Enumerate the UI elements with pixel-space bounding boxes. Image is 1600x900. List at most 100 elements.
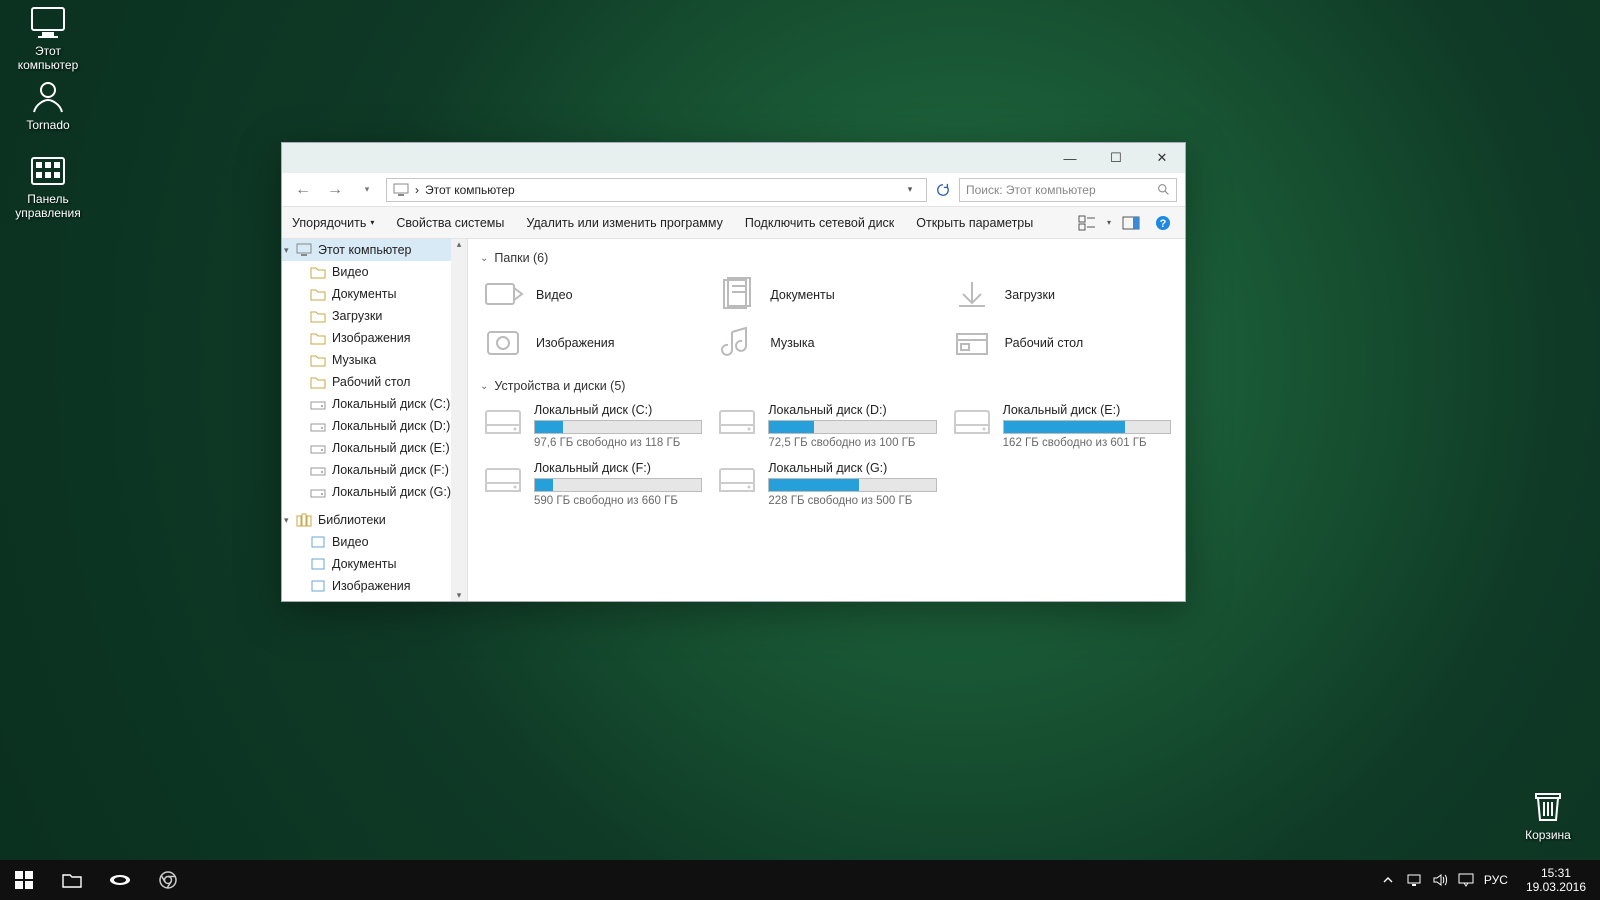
taskbar-explorer-button[interactable] bbox=[48, 860, 96, 900]
folder-item[interactable]: Документы bbox=[714, 273, 938, 317]
sidebar-item-label: Рабочий стол bbox=[332, 375, 410, 389]
maximize-button[interactable]: ☐ bbox=[1093, 143, 1139, 173]
scroll-down-icon[interactable]: ▾ bbox=[457, 590, 462, 601]
sidebar-item-libraries[interactable]: ▾ Библиотеки bbox=[282, 509, 467, 531]
taskbar-chrome-button[interactable] bbox=[144, 860, 192, 900]
sidebar-item-this-pc[interactable]: ▾ Этот компьютер bbox=[282, 239, 467, 261]
address-sep: › bbox=[415, 183, 419, 197]
folder-item[interactable]: Музыка bbox=[714, 321, 938, 365]
folder-item[interactable]: Изображения bbox=[480, 321, 704, 365]
back-button[interactable]: ← bbox=[290, 177, 316, 203]
address-bar[interactable]: › Этот компьютер ▾ bbox=[386, 178, 927, 202]
start-button[interactable] bbox=[0, 860, 48, 900]
sidebar-item-label: Библиотеки bbox=[318, 513, 386, 527]
drive-icon bbox=[310, 419, 326, 433]
network-icon[interactable] bbox=[1406, 872, 1422, 888]
group-header-folders[interactable]: ⌄ Папки (6) bbox=[480, 251, 1173, 265]
desktop-icon-label: Tornado bbox=[8, 118, 88, 132]
scrollbar[interactable]: ▴▾ bbox=[451, 239, 467, 601]
view-dropdown-icon[interactable]: ▾ bbox=[1107, 218, 1111, 227]
folder-label: Изображения bbox=[536, 336, 615, 350]
expand-icon[interactable]: ▾ bbox=[284, 245, 289, 256]
view-options-button[interactable] bbox=[1075, 211, 1099, 235]
folder-icon bbox=[310, 309, 326, 323]
folder-item[interactable]: Загрузки bbox=[949, 273, 1173, 317]
group-header-label: Устройства и диски (5) bbox=[494, 379, 625, 393]
sidebar-item-folder[interactable]: Музыка bbox=[282, 349, 467, 371]
search-input[interactable]: Поиск: Этот компьютер bbox=[959, 178, 1177, 202]
tray-overflow-button[interactable] bbox=[1380, 872, 1396, 888]
desktop-icon-label: Этот компьютер bbox=[8, 44, 88, 72]
drive-item[interactable]: Локальный диск (F:)590 ГБ свободно из 66… bbox=[480, 459, 704, 509]
sidebar-item-label: Видео bbox=[332, 535, 369, 549]
desktop-icon-this-pc[interactable]: Этот компьютер bbox=[8, 6, 88, 72]
expand-icon[interactable]: ▾ bbox=[284, 515, 289, 526]
organize-menu[interactable]: Упорядочить▾ bbox=[292, 216, 374, 230]
drive-usage-bar bbox=[534, 478, 702, 492]
drive-usage-bar bbox=[1003, 420, 1171, 434]
control-panel-icon bbox=[28, 154, 68, 188]
titlebar[interactable]: ― ☐ ✕ bbox=[282, 143, 1185, 173]
drive-free-text: 162 ГБ свободно из 601 ГБ bbox=[1003, 437, 1171, 449]
scroll-up-icon[interactable]: ▴ bbox=[457, 239, 462, 250]
recent-dropdown[interactable]: ▾ bbox=[354, 177, 380, 203]
open-settings-button[interactable]: Открыть параметры bbox=[916, 216, 1033, 230]
forward-button[interactable]: → bbox=[322, 177, 348, 203]
drive-item[interactable]: Локальный диск (E:)162 ГБ свободно из 60… bbox=[949, 401, 1173, 451]
drive-item[interactable]: Локальный диск (G:)228 ГБ свободно из 50… bbox=[714, 459, 938, 509]
drive-icon bbox=[716, 461, 758, 501]
sidebar-item-drive[interactable]: Локальный диск (G:) bbox=[282, 481, 467, 503]
folder-item[interactable]: Видео bbox=[480, 273, 704, 317]
desktop-icon-recycle-bin[interactable]: Корзина bbox=[1508, 790, 1588, 842]
sidebar-item-drive[interactable]: Локальный диск (C:) bbox=[282, 393, 467, 415]
map-network-drive-button[interactable]: Подключить сетевой диск bbox=[745, 216, 894, 230]
refresh-button[interactable] bbox=[933, 179, 953, 201]
uninstall-program-button[interactable]: Удалить или изменить программу bbox=[526, 216, 723, 230]
nav-row: ← → ▾ › Этот компьютер ▾ Поиск: Этот ком… bbox=[282, 173, 1185, 207]
sidebar-item-drive[interactable]: Локальный диск (F:) bbox=[282, 459, 467, 481]
sidebar-item-label: Локальный диск (D:) bbox=[332, 419, 450, 433]
sidebar-item-drive[interactable]: Локальный диск (E:) bbox=[282, 437, 467, 459]
help-button[interactable]: ? bbox=[1151, 211, 1175, 235]
search-icon bbox=[1157, 183, 1170, 196]
sidebar-item-folder[interactable]: Рабочий стол bbox=[282, 371, 467, 393]
drive-label: Локальный диск (F:) bbox=[534, 461, 702, 475]
action-center-icon[interactable] bbox=[1458, 872, 1474, 888]
drive-usage-bar bbox=[768, 420, 936, 434]
preview-pane-button[interactable] bbox=[1119, 211, 1143, 235]
desktop-icon-control-panel[interactable]: Панель управления bbox=[8, 154, 88, 220]
desktop-icon-label: Панель управления bbox=[8, 192, 88, 220]
sidebar-item-label: Этот компьютер bbox=[318, 243, 411, 257]
address-dropdown[interactable]: ▾ bbox=[900, 179, 920, 201]
sidebar-item-folder[interactable]: Загрузки bbox=[282, 305, 467, 327]
folder-icon bbox=[310, 375, 326, 389]
sidebar-item-folder[interactable]: Документы bbox=[282, 283, 467, 305]
folder-type-icon bbox=[482, 324, 524, 362]
sidebar-item-library[interactable]: Изображения bbox=[282, 575, 467, 597]
library-icon bbox=[310, 535, 326, 549]
system-tray: РУС 15:31 19.03.2016 bbox=[1374, 866, 1600, 894]
clock-date: 19.03.2016 bbox=[1526, 880, 1586, 894]
sidebar-item-label: Локальный диск (C:) bbox=[332, 397, 450, 411]
sidebar-item-folder[interactable]: Видео bbox=[282, 261, 467, 283]
drive-free-text: 97,6 ГБ свободно из 118 ГБ bbox=[534, 437, 702, 449]
sidebar-item-library[interactable]: Документы bbox=[282, 553, 467, 575]
drive-item[interactable]: Локальный диск (C:)97,6 ГБ свободно из 1… bbox=[480, 401, 704, 451]
system-properties-button[interactable]: Свойства системы bbox=[396, 216, 504, 230]
sidebar-item-library[interactable]: Видео bbox=[282, 531, 467, 553]
folder-item[interactable]: Рабочий стол bbox=[949, 321, 1173, 365]
sidebar-item-folder[interactable]: Изображения bbox=[282, 327, 467, 349]
desktop-icon-tornado[interactable]: Tornado bbox=[8, 80, 88, 132]
sidebar-item-label: Локальный диск (F:) bbox=[332, 463, 449, 477]
clock[interactable]: 15:31 19.03.2016 bbox=[1518, 866, 1594, 894]
taskbar-app-button[interactable] bbox=[96, 860, 144, 900]
volume-icon[interactable] bbox=[1432, 872, 1448, 888]
content-pane: ⌄ Папки (6) ВидеоДокументыЗагрузки Изобра… bbox=[468, 239, 1185, 601]
sidebar-item-drive[interactable]: Локальный диск (D:) bbox=[282, 415, 467, 437]
close-button[interactable]: ✕ bbox=[1139, 143, 1185, 173]
group-header-drives[interactable]: ⌄ Устройства и диски (5) bbox=[480, 379, 1173, 393]
language-indicator[interactable]: РУС bbox=[1484, 873, 1508, 887]
drive-item[interactable]: Локальный диск (D:)72,5 ГБ свободно из 1… bbox=[714, 401, 938, 451]
minimize-button[interactable]: ― bbox=[1047, 143, 1093, 173]
drive-icon bbox=[310, 397, 326, 411]
